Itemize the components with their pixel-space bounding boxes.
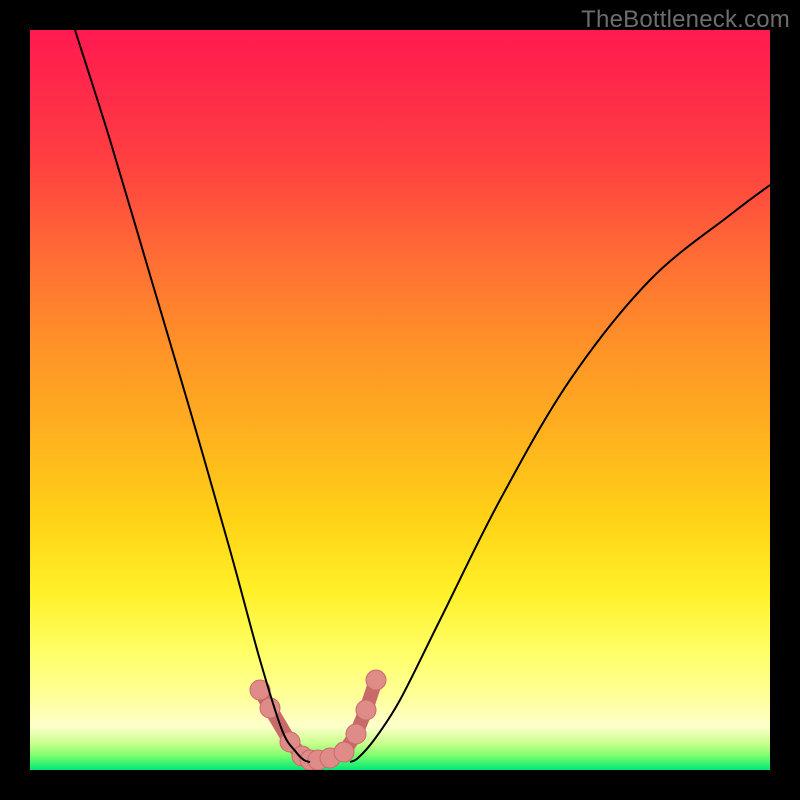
marker-band: [250, 670, 386, 770]
right-curve: [350, 185, 770, 762]
marker-dot: [334, 742, 354, 762]
chart-frame: TheBottleneck.com: [0, 0, 800, 800]
chart-svg: [30, 30, 770, 770]
marker-dot: [346, 724, 366, 744]
chart-plot-area: [30, 30, 770, 770]
marker-dot: [366, 670, 386, 690]
marker-dot: [356, 700, 376, 720]
left-curve: [75, 30, 310, 762]
